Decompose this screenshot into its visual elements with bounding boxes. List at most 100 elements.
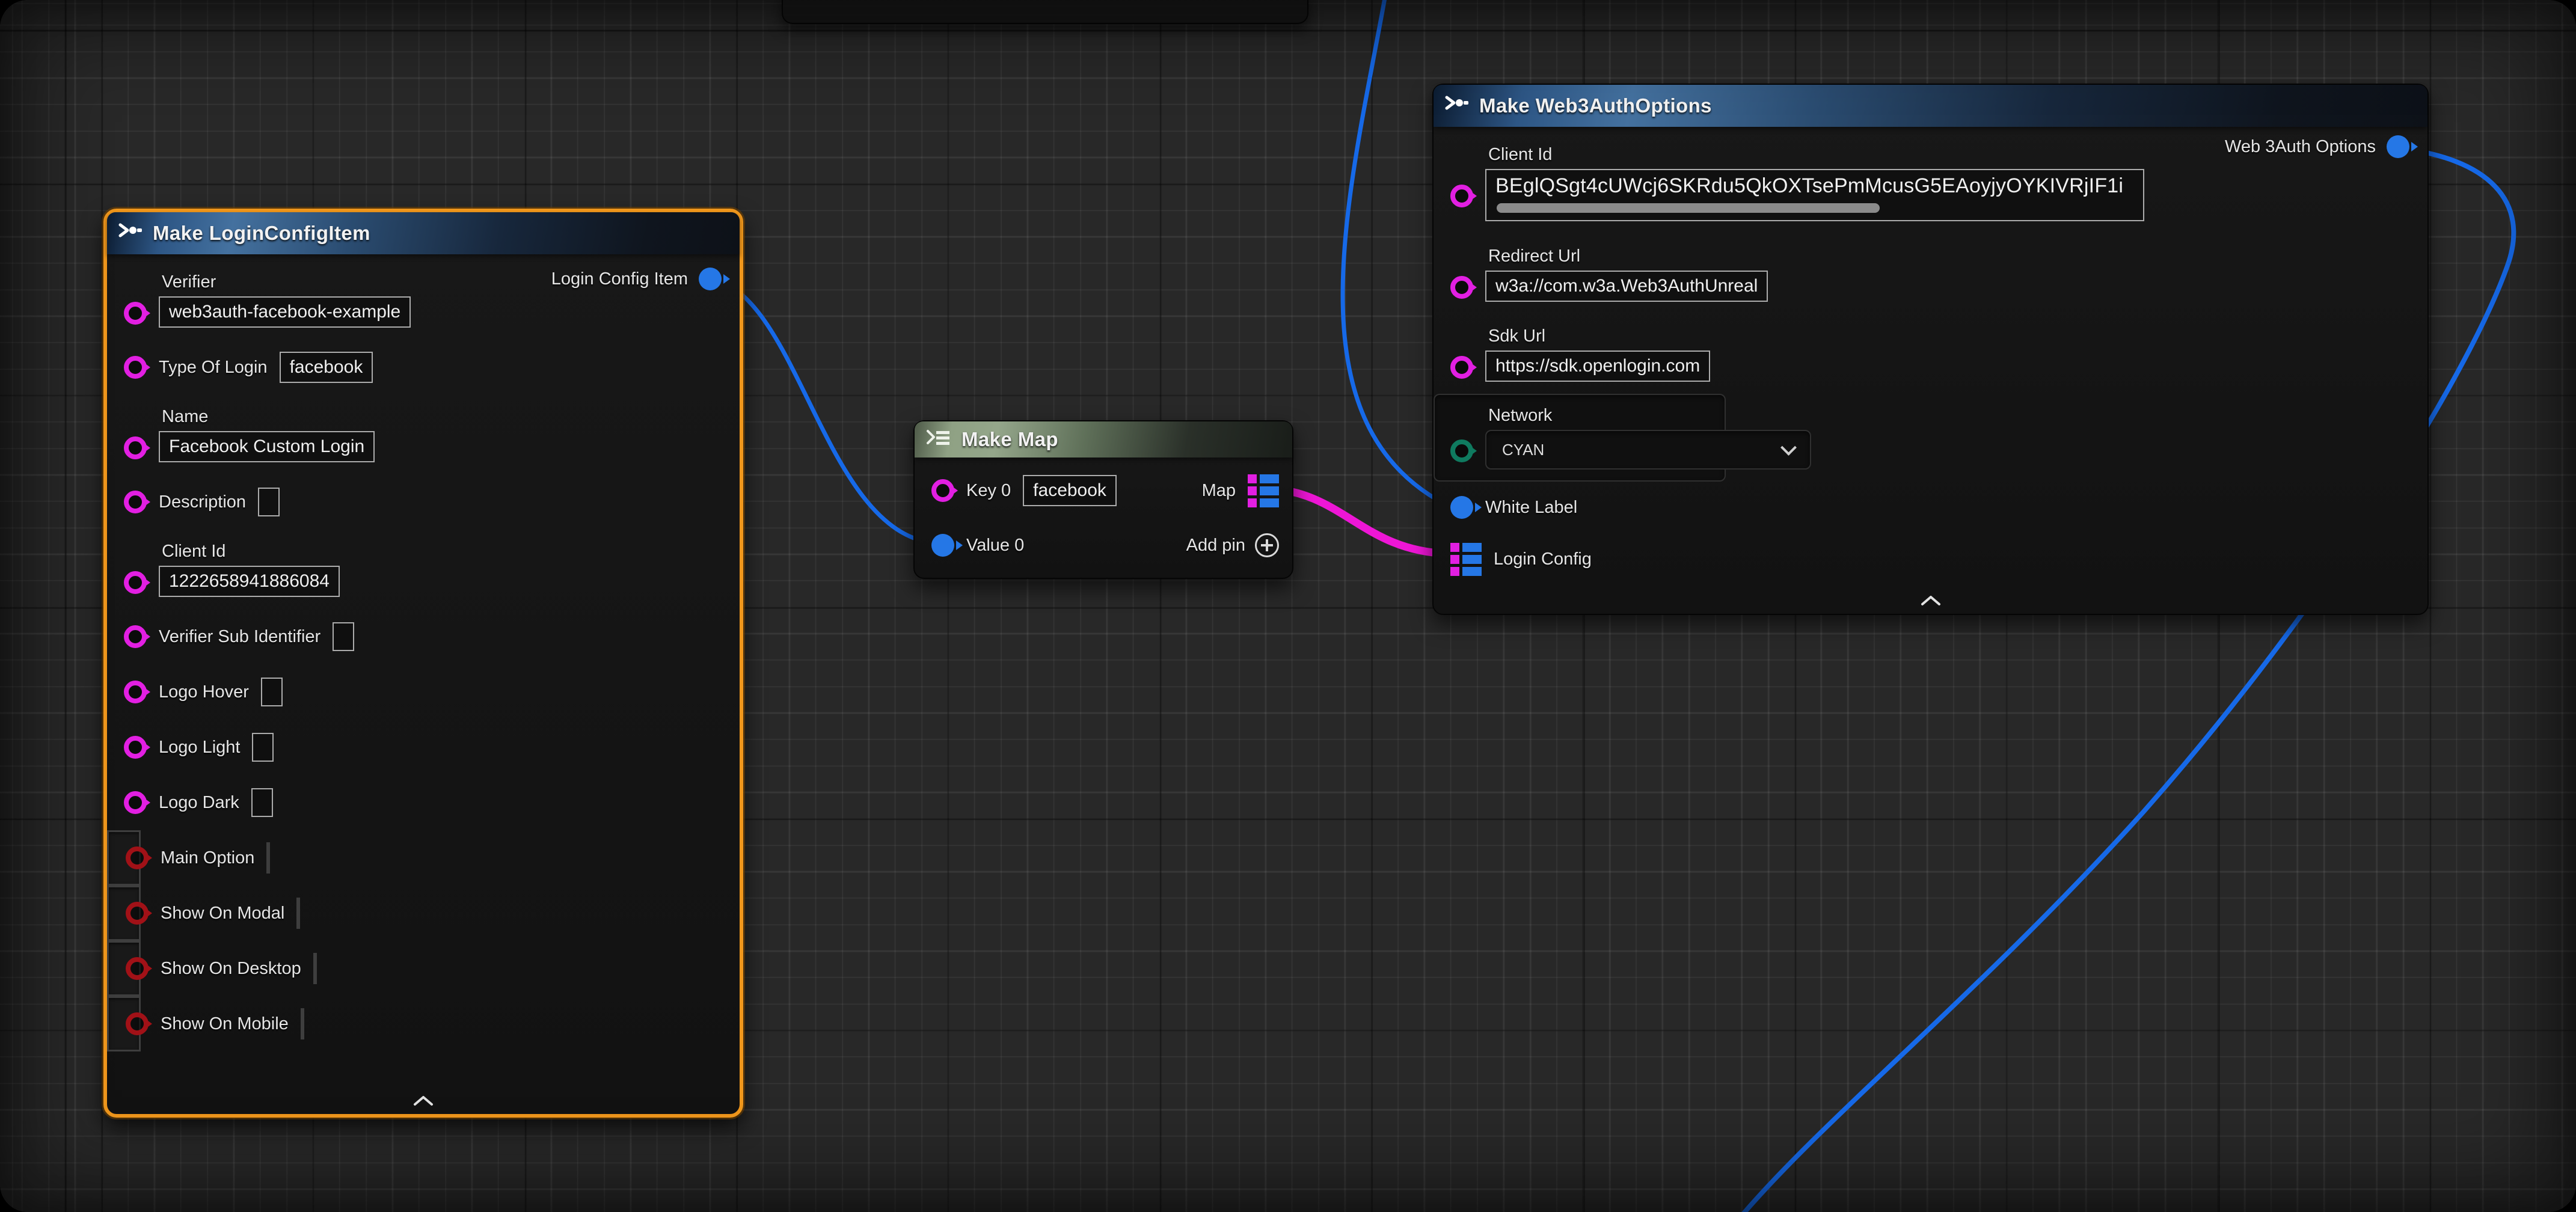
logo-hover-label: Logo Hover	[159, 682, 249, 702]
map-key-cell	[1248, 498, 1257, 507]
logo-light-input[interactable]	[252, 733, 274, 762]
logo-dark-pin[interactable]	[124, 791, 147, 814]
verifier-sub-identifier-pin[interactable]	[124, 625, 147, 648]
collapse-chevron-icon[interactable]	[1921, 595, 1941, 609]
pin-row-verifier-sub-identifier: Verifier Sub Identifier	[107, 609, 740, 664]
type-of-login-label: Type Of Login	[159, 358, 268, 378]
client-id-input[interactable]: 1222658941886084	[159, 566, 340, 597]
value-0-pin[interactable]	[931, 534, 954, 557]
struct-pin-icon	[1443, 95, 1470, 117]
node-make-map[interactable]: Make MapKey 0facebookMapValue 0Add pin	[913, 420, 1293, 579]
show-on-modal-checkbox[interactable]	[296, 898, 300, 929]
client-id-input[interactable]: BEglQSgt4cUWcj6SKRdu5QkOXTsePmMcusG5EAoy…	[1485, 169, 2144, 221]
client-id-pin[interactable]	[124, 571, 147, 594]
description-pin[interactable]	[124, 491, 147, 513]
chevron-down-icon	[1780, 439, 1797, 456]
pin-row-name: NameFacebook Custom Login	[107, 395, 740, 474]
show-on-mobile-checkbox[interactable]	[301, 1008, 304, 1039]
verifier-sub-identifier-label: Verifier Sub Identifier	[159, 627, 320, 647]
plus-circle-icon[interactable]	[1255, 533, 1279, 557]
logo-dark-input[interactable]	[251, 788, 273, 817]
redirect-url-input[interactable]: w3a://com.w3a.Web3AuthUnreal	[1485, 271, 1768, 302]
main-option-label: Main Option	[161, 848, 254, 868]
collapse-chevron-icon[interactable]	[413, 1095, 434, 1109]
key-0-input[interactable]: facebook	[1023, 475, 1117, 506]
map-list-icon	[924, 429, 952, 450]
node-header[interactable]: Make Web3AuthOptions	[1434, 85, 2427, 127]
pin-rows: Client IdBEglQSgt4cUWcj6SKRdu5QkOXTsePmM…	[1434, 127, 2427, 585]
pin-row-description: Description	[107, 474, 740, 530]
pin-row-network: NetworkCYAN	[1434, 394, 1726, 482]
show-on-modal-pin[interactable]	[126, 902, 149, 925]
map-value-cell	[1260, 474, 1279, 483]
show-on-desktop-pin[interactable]	[126, 957, 149, 980]
pin-rows: Key 0facebookMapValue 0Add pin	[915, 458, 1292, 571]
verifier-input[interactable]: web3auth-facebook-example	[159, 296, 411, 328]
pin-row-client-id: Client IdBEglQSgt4cUWcj6SKRdu5QkOXTsePmM…	[1434, 132, 2427, 234]
pin-row-main-option: Main Option	[107, 830, 141, 886]
network-selected-value: CYAN	[1502, 441, 1544, 459]
show-on-desktop-label: Show On Desktop	[161, 959, 301, 979]
logo-light-pin[interactable]	[124, 736, 147, 759]
type-of-login-input[interactable]: facebook	[280, 352, 373, 383]
node-header[interactable]: Make Map	[915, 421, 1292, 458]
white-label-label: White Label	[1485, 498, 1577, 518]
pin-row-verifier: Verifier web3auth-facebook-example	[107, 260, 740, 340]
logo-hover-input[interactable]	[261, 678, 283, 706]
map-output-label: Map	[1202, 481, 1236, 501]
verifier-pin[interactable]	[124, 302, 147, 325]
pin-rows: Verifier web3auth-facebook-example Type Of…	[107, 254, 740, 1051]
verifier-sub-identifier-input[interactable]	[333, 622, 354, 651]
map-key-cell	[1450, 543, 1459, 552]
sdk-url-input[interactable]: https://sdk.openlogin.com	[1485, 350, 1710, 382]
node-title: Make LoginConfigItem	[153, 222, 370, 245]
pin-row-redirect-url: Redirect Url w3a://com.w3a.Web3AuthUnreal	[1434, 234, 2427, 314]
pin-row-sdk-url: Sdk Urlhttps://sdk.openlogin.com	[1434, 314, 2427, 394]
add-pin-label: Add pin	[1186, 536, 1245, 556]
pin-row-show-on-desktop: Show On Desktop	[107, 941, 141, 996]
logo-light-label: Logo Light	[159, 738, 240, 758]
main-option-pin[interactable]	[126, 846, 149, 869]
redirect-url-label: Redirect Url	[1488, 246, 1768, 266]
type-of-login-pin[interactable]	[124, 356, 147, 379]
add-pin-button[interactable]: Add pin	[1186, 533, 1279, 557]
show-on-desktop-checkbox[interactable]	[313, 953, 317, 984]
map-value-cell	[1260, 498, 1279, 507]
logo-dark-label: Logo Dark	[159, 793, 239, 813]
horizontal-scrollbar[interactable]	[1497, 203, 1880, 213]
name-input[interactable]: Facebook Custom Login	[159, 431, 375, 462]
map-value-cell	[1462, 543, 1482, 552]
login-config-label: Login Config	[1494, 549, 1592, 569]
pin-row-key-0: Key 0facebookMap	[915, 461, 1292, 520]
name-pin[interactable]	[124, 436, 147, 459]
map-key-cell	[1450, 567, 1459, 576]
client-id-pin[interactable]	[1450, 185, 1473, 207]
pin-row-login-config: Login Config	[1434, 533, 2427, 585]
node-header[interactable]: Make LoginConfigItem	[107, 212, 740, 254]
pin-row-logo-light: Logo Light	[107, 720, 740, 775]
main-option-checkbox[interactable]	[266, 842, 270, 874]
logo-hover-pin[interactable]	[124, 681, 147, 703]
node-make-login-config-item[interactable]: Make LoginConfigItemLogin Config ItemVer…	[103, 209, 743, 1118]
pin-row-value-0: Value 0 Add pin	[915, 520, 1292, 571]
pin-row-client-id: Client Id1222658941886084	[107, 530, 740, 609]
verifier-label: Verifier	[162, 272, 411, 292]
network-dropdown[interactable]: CYAN	[1485, 430, 1811, 470]
sdk-url-pin[interactable]	[1450, 356, 1473, 379]
white-label-pin[interactable]	[1450, 496, 1473, 519]
blueprint-canvas[interactable]: Make LoginConfigItemLogin Config ItemVer…	[0, 0, 2576, 1212]
network-pin[interactable]	[1450, 439, 1473, 462]
show-on-modal-label: Show On Modal	[161, 904, 284, 923]
value-0-label: Value 0	[966, 536, 1024, 556]
login-config-pin[interactable]	[1450, 543, 1482, 576]
key-0-pin[interactable]	[931, 479, 954, 502]
show-on-mobile-pin[interactable]	[126, 1012, 149, 1035]
network-label: Network	[1488, 406, 1811, 426]
node-make-web3auth-options[interactable]: Make Web3AuthOptionsWeb 3Auth OptionsCli…	[1432, 84, 2429, 615]
pin-row-logo-dark: Logo Dark	[107, 775, 740, 830]
map-output-pin[interactable]	[1248, 474, 1279, 507]
redirect-url-pin[interactable]	[1450, 276, 1473, 299]
description-input[interactable]	[258, 488, 280, 516]
node-title: Make Map	[961, 428, 1058, 451]
pin-row-white-label: White Label	[1434, 482, 2427, 533]
